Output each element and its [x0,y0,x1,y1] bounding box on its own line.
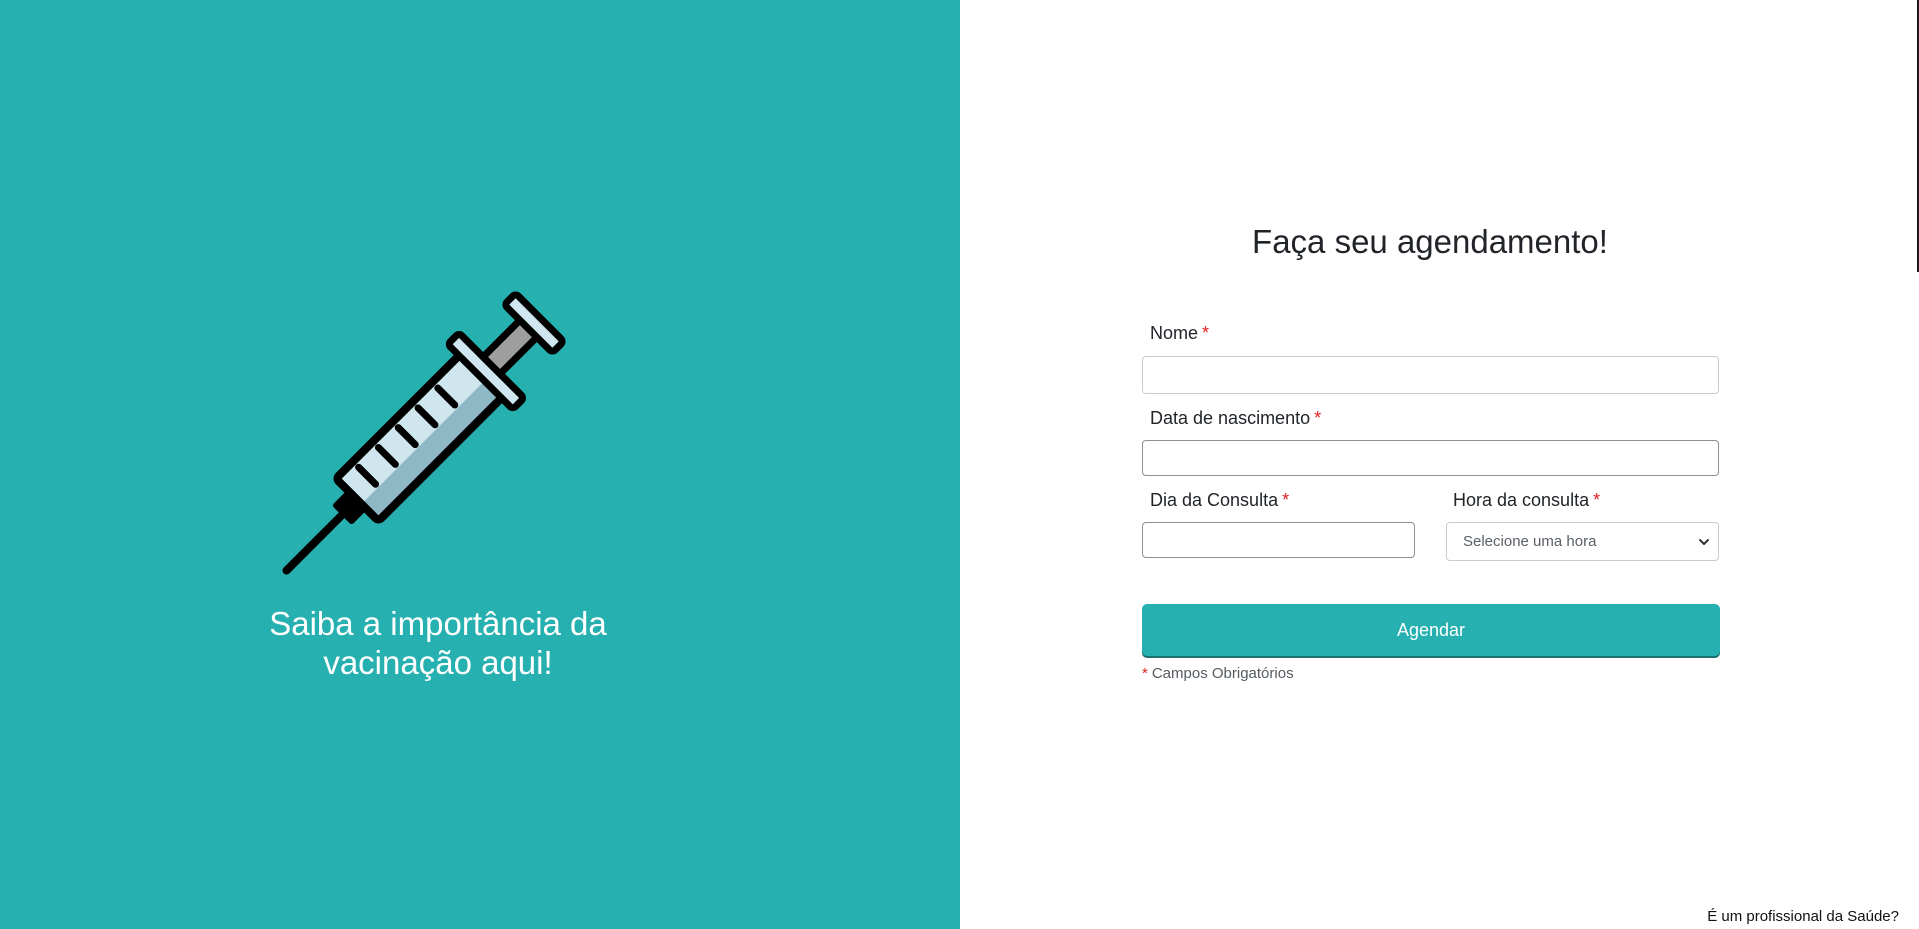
consult-hour-selected: Selecione uma hora [1463,533,1597,550]
required-asterisk: * [1282,490,1290,510]
name-label-text: Nome [1150,323,1199,343]
consult-day-label: Dia da Consulta * [1150,490,1289,511]
consult-hour-label-text: Hora da consulta [1453,490,1590,510]
name-label: Nome * [1150,323,1209,344]
consult-hour-label: Hora da consulta * [1453,490,1600,511]
vaccination-link-line1: Saiba a importância da [269,605,607,642]
consult-hour-select[interactable]: Selecione uma hora [1446,522,1719,561]
birth-date-input[interactable] [1142,440,1719,476]
required-asterisk: * [1593,490,1601,510]
vaccination-info-link[interactable]: Saiba a importância da vacinação aqui! [238,604,638,682]
required-asterisk: * [1142,665,1148,682]
health-professional-link[interactable]: É um profissional da Saúde? [1707,908,1899,925]
required-note-text: Campos Obrigatórios [1151,665,1294,682]
schedule-button[interactable]: Agendar [1142,604,1720,656]
page: Saiba a importância da vacinação aqui! F… [0,0,1919,929]
promo-panel: Saiba a importância da vacinação aqui! [0,0,960,929]
name-input[interactable] [1142,356,1719,394]
consult-day-input[interactable] [1142,522,1415,558]
required-fields-note: * Campos Obrigatórios [1142,665,1294,682]
required-asterisk: * [1202,323,1210,343]
vaccination-link-line2: vacinação aqui! [323,644,553,681]
consult-day-label-text: Dia da Consulta [1150,490,1279,510]
birth-date-label-text: Data de nascimento [1150,408,1311,428]
syringe-icon [282,291,566,575]
birth-date-label: Data de nascimento * [1150,408,1321,429]
required-asterisk: * [1314,408,1322,428]
form-title: Faça seu agendamento! [1252,223,1608,260]
chevron-down-icon [1699,538,1709,545]
